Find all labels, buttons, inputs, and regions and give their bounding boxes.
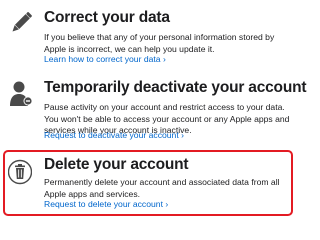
chevron-right-icon: › <box>181 130 184 140</box>
delete-account-link[interactable]: Request to delete your account › <box>44 199 168 210</box>
link-label: Request to delete your account <box>44 199 163 209</box>
chevron-right-icon: › <box>162 54 166 64</box>
section-deactivate-account: Temporarily deactivate your account Paus… <box>0 70 307 150</box>
section-title: Delete your account <box>44 156 189 173</box>
link-label: Learn how to correct your data <box>44 54 161 64</box>
section-description: Permanently delete your account and asso… <box>44 177 280 199</box>
deactivate-account-link[interactable]: Request to deactivate your account › <box>44 130 184 141</box>
section-title: Correct your data <box>44 9 170 26</box>
correct-data-link[interactable]: Learn how to correct your data › <box>44 54 166 65</box>
chevron-right-icon: › <box>165 199 169 209</box>
pencil-icon <box>12 12 32 32</box>
person-deactivate-icon <box>10 81 33 106</box>
section-delete-account: Delete your account Permanently delete y… <box>0 150 300 216</box>
section-description: If you believe that any of your personal… <box>44 32 275 54</box>
section-title: Temporarily deactivate your account <box>44 79 307 96</box>
trash-icon <box>8 159 32 185</box>
section-correct-data: Correct your data If you believe that an… <box>0 0 300 70</box>
link-label: Request to deactivate your account <box>44 130 179 140</box>
